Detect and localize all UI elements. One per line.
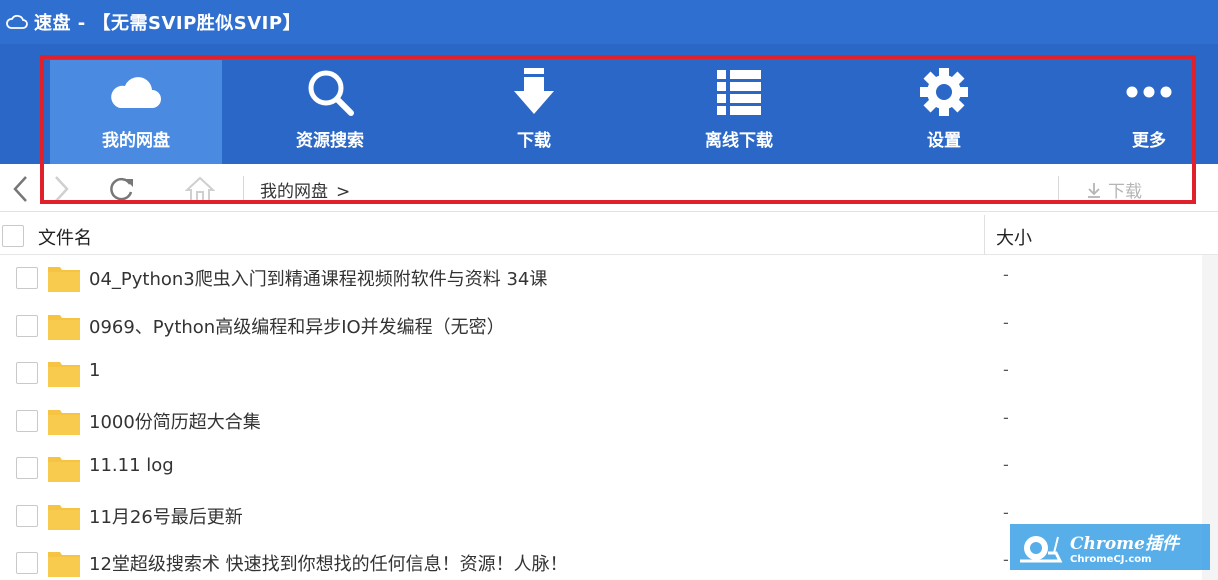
download-arrow-icon bbox=[1088, 182, 1100, 198]
file-size: - bbox=[1003, 407, 1009, 427]
file-name[interactable]: 0969、Python高级编程和异步IO并发编程（无密） bbox=[89, 313, 505, 339]
watermark-title: Chrome插件 bbox=[1070, 534, 1179, 554]
folder-icon bbox=[48, 504, 80, 530]
file-name[interactable]: 12堂超级搜索术 快速找到你想找的任何信息！资源！人脉！ bbox=[89, 550, 568, 576]
table-row[interactable]: 1 - bbox=[0, 350, 1218, 398]
folder-icon bbox=[48, 362, 80, 387]
file-table-header: 文件名 大小 bbox=[0, 215, 1218, 255]
tab-my-disk[interactable]: 我的网盘 bbox=[50, 60, 222, 164]
download-icon bbox=[506, 64, 562, 120]
table-row[interactable]: 11.11 log - bbox=[0, 445, 1218, 493]
row-checkbox[interactable] bbox=[16, 552, 38, 574]
tab-offline-download[interactable]: 离线下载 bbox=[653, 60, 825, 164]
tab-settings[interactable]: 设置 bbox=[858, 60, 1030, 164]
row-checkbox[interactable] bbox=[16, 314, 38, 337]
row-checkbox[interactable] bbox=[16, 457, 38, 479]
file-name[interactable]: 11月26号最后更新 bbox=[89, 503, 243, 529]
tab-resource-search[interactable]: 资源搜索 bbox=[244, 60, 416, 164]
file-size: - bbox=[1003, 502, 1009, 522]
select-all-checkbox[interactable] bbox=[2, 225, 24, 247]
table-row[interactable]: 0969、Python高级编程和异步IO并发编程（无密） - bbox=[0, 303, 1218, 351]
table-row[interactable]: 04_Python3爬虫入门到精通课程视频附软件与资料 34课 - bbox=[0, 255, 1218, 303]
home-icon bbox=[185, 176, 215, 202]
tab-more[interactable]: 更多 bbox=[1063, 60, 1218, 164]
download-button[interactable]: 下载 bbox=[1086, 177, 1142, 202]
tab-label: 更多 bbox=[1132, 131, 1166, 151]
watermark: Chrome插件 ChromeCJ.com bbox=[1010, 524, 1210, 570]
folder-icon bbox=[48, 552, 80, 577]
more-icon bbox=[1121, 64, 1177, 120]
breadcrumb-item[interactable]: 我的网盘 bbox=[260, 182, 328, 202]
tab-label: 我的网盘 bbox=[102, 131, 170, 151]
chevron-right-icon bbox=[55, 176, 69, 202]
file-name[interactable]: 11.11 log bbox=[89, 455, 174, 476]
tab-label: 设置 bbox=[927, 131, 961, 151]
watermark-url: ChromeCJ.com bbox=[1070, 554, 1152, 565]
gear-icon bbox=[916, 64, 972, 120]
file-name[interactable]: 04_Python3爬虫入门到精通课程视频附软件与资料 34课 bbox=[89, 265, 547, 291]
breadcrumb-arrow: > bbox=[336, 182, 351, 202]
file-size: - bbox=[1003, 312, 1009, 332]
nav-divider bbox=[1058, 176, 1059, 202]
refresh-button[interactable] bbox=[106, 174, 136, 204]
folder-icon bbox=[48, 314, 80, 340]
main-toolbar: 我的网盘 资源搜索 下载 离线下载 设置 更多 bbox=[0, 44, 1218, 164]
tab-label: 离线下载 bbox=[705, 131, 773, 151]
row-checkbox[interactable] bbox=[16, 409, 38, 432]
column-header-name[interactable]: 文件名 bbox=[38, 224, 92, 250]
tab-label: 下载 bbox=[517, 131, 551, 151]
list-icon bbox=[711, 64, 767, 120]
toolbar-edge bbox=[0, 44, 24, 164]
download-label: 下载 bbox=[1108, 182, 1142, 202]
navigation-bar: 我的网盘 > 下载 bbox=[0, 164, 1218, 212]
forward-button[interactable] bbox=[46, 174, 76, 204]
row-checkbox[interactable] bbox=[16, 267, 38, 289]
file-size: - bbox=[1003, 550, 1009, 569]
column-header-size[interactable]: 大小 bbox=[996, 224, 1032, 250]
window-title: 速盘 - 【无需SVIP胜似SVIP】 bbox=[34, 13, 302, 34]
file-size: - bbox=[1003, 265, 1009, 284]
folder-icon bbox=[48, 267, 80, 292]
home-button[interactable] bbox=[185, 174, 215, 204]
refresh-icon bbox=[110, 177, 133, 201]
cloud-logo-icon bbox=[6, 14, 28, 29]
snail-logo-icon bbox=[1020, 536, 1063, 563]
chevron-left-icon bbox=[13, 176, 27, 202]
tab-download[interactable]: 下载 bbox=[448, 60, 620, 164]
folder-icon bbox=[48, 457, 80, 482]
row-checkbox[interactable] bbox=[16, 362, 38, 384]
file-name[interactable]: 1000份简历超大合集 bbox=[89, 408, 261, 434]
file-size: - bbox=[1003, 455, 1009, 474]
breadcrumb[interactable]: 我的网盘 > bbox=[260, 177, 350, 202]
folder-icon bbox=[48, 409, 80, 435]
cloud-icon bbox=[108, 64, 164, 120]
file-name[interactable]: 1 bbox=[89, 360, 100, 381]
table-row[interactable]: 1000份简历超大合集 - bbox=[0, 398, 1218, 446]
file-size: - bbox=[1003, 360, 1009, 379]
search-icon bbox=[302, 64, 358, 120]
tab-label: 资源搜索 bbox=[296, 131, 364, 151]
back-button[interactable] bbox=[6, 174, 36, 204]
nav-divider bbox=[243, 176, 244, 202]
column-divider[interactable] bbox=[984, 215, 985, 255]
row-checkbox[interactable] bbox=[16, 504, 38, 527]
title-bar: 速盘 - 【无需SVIP胜似SVIP】 bbox=[0, 0, 1218, 44]
